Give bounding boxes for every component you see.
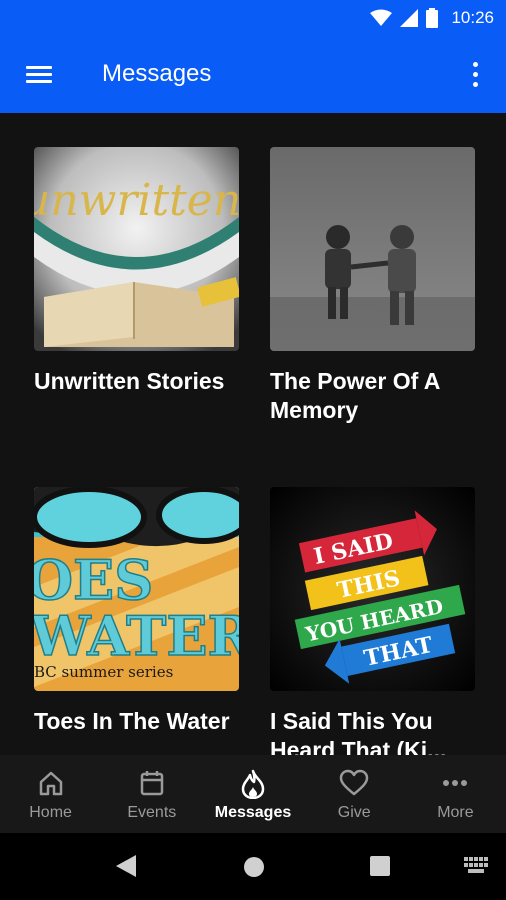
artwork-text: OES <box>34 548 153 612</box>
tab-label: Messages <box>214 804 292 821</box>
home-icon <box>37 769 65 802</box>
wifi-icon <box>370 9 392 32</box>
tab-more[interactable]: More <box>405 755 506 833</box>
system-navigation-bar <box>0 833 506 900</box>
message-thumbnail: unwritten stories <box>34 147 239 351</box>
status-time: 10:26 <box>451 8 494 27</box>
more-horiz-icon <box>441 769 469 802</box>
message-title: Unwritten Stories <box>34 368 225 394</box>
tab-label: More <box>437 804 474 821</box>
overflow-menu-icon[interactable] <box>466 60 484 90</box>
calendar-icon <box>138 769 166 802</box>
message-card[interactable]: I SAID THIS YOU HEARD THAT I Said This Y… <box>270 487 475 755</box>
artwork-caption: BC summer series <box>34 663 173 681</box>
menu-icon[interactable] <box>22 62 56 88</box>
message-card[interactable]: unwritten stories Unwritten Stories <box>34 147 239 396</box>
message-title: I Said This You Heard That (Ki... <box>270 708 447 755</box>
bottom-navigation: Home Events Messages Give More <box>0 755 506 833</box>
message-card[interactable]: OES WATER BC summer series Toes In The W… <box>34 487 239 736</box>
tab-label: Events <box>127 804 177 821</box>
tab-home[interactable]: Home <box>0 755 101 833</box>
back-icon[interactable] <box>114 853 138 884</box>
heart-icon <box>339 769 369 802</box>
tab-events[interactable]: Events <box>101 755 202 833</box>
page-title: Messages <box>102 60 212 87</box>
message-card[interactable]: The Power Of A Memory <box>270 147 475 425</box>
message-thumbnail: I SAID THIS YOU HEARD THAT <box>270 487 475 691</box>
message-thumbnail <box>270 147 475 351</box>
flame-icon <box>239 769 267 804</box>
battery-icon <box>426 8 438 33</box>
tab-label: Give <box>337 804 371 821</box>
artwork-text: WATER <box>34 604 239 668</box>
tab-label: Home <box>29 804 72 821</box>
home-circle-icon[interactable] <box>242 855 266 884</box>
app-bar: Messages <box>0 36 506 113</box>
messages-grid: unwritten stories Unwritten Stories <box>0 113 506 755</box>
keyboard-icon[interactable] <box>464 857 488 880</box>
tab-messages[interactable]: Messages <box>202 755 303 833</box>
cell-signal-icon <box>400 9 418 32</box>
message-thumbnail: OES WATER BC summer series <box>34 487 239 691</box>
recents-icon[interactable] <box>369 855 391 882</box>
artwork-text: unwritten stories <box>34 175 239 226</box>
status-bar: 10:26 <box>0 0 506 36</box>
message-title: The Power Of A Memory <box>270 368 440 423</box>
message-title: Toes In The Water <box>34 708 230 734</box>
tab-give[interactable]: Give <box>304 755 405 833</box>
